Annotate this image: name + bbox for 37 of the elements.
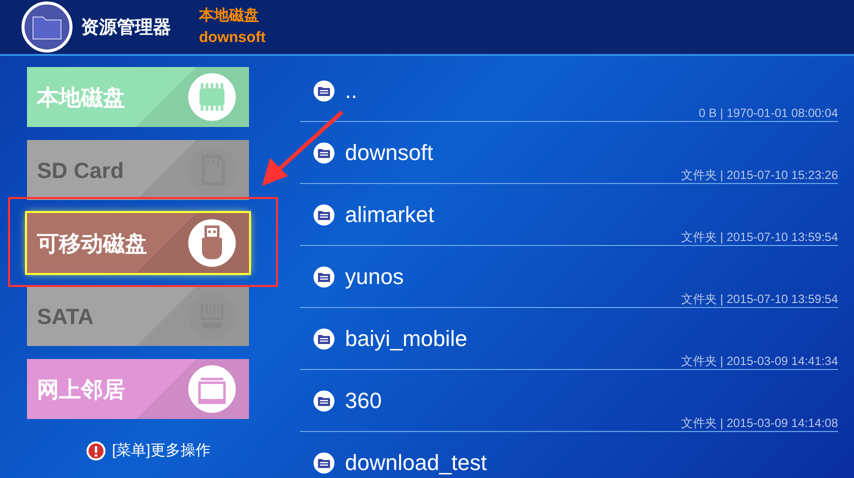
file-row[interactable]: alimarket 文件夹 | 2015-07-10 13:59:54	[300, 184, 838, 246]
file-row[interactable]: 360 文件夹 | 2015-03-09 14:14:08	[300, 370, 838, 432]
alert-icon	[86, 441, 106, 462]
folder-icon	[313, 390, 335, 412]
file-row[interactable]: downsoft 文件夹 | 2015-07-10 15:23:26	[300, 122, 838, 184]
file-name: baiyi_mobile	[345, 326, 468, 352]
file-meta: 文件夹 | 2015-03-09 14:14:08	[680, 416, 838, 430]
folder-icon	[313, 266, 335, 288]
chip-icon	[187, 72, 237, 122]
usb-icon	[187, 218, 237, 268]
file-meta: 0 B | 1970-01-01 08:00:04	[698, 106, 838, 120]
file-meta: 文件夹 | 2015-07-10 13:59:54	[680, 230, 838, 244]
location-label: 本地磁盘	[199, 6, 260, 26]
file-name: ..	[345, 78, 358, 104]
network-icon	[187, 364, 237, 414]
file-name: alimarket	[345, 202, 434, 228]
menu-hint: [菜单]更多操作	[112, 441, 210, 461]
file-row[interactable]: baiyi_mobile 文件夹 | 2015-03-09 14:41:34	[300, 308, 838, 370]
storage-tile[interactable]: 可移动磁盘	[27, 213, 249, 273]
file-name: download_test	[345, 450, 487, 476]
folder-icon	[313, 142, 335, 164]
file-row[interactable]: .. 0 B | 1970-01-01 08:00:04	[300, 60, 838, 122]
file-row[interactable]: download_test	[300, 432, 838, 478]
file-name: yunos	[345, 264, 404, 290]
app-title: 资源管理器	[81, 16, 171, 38]
folder-icon	[313, 80, 335, 102]
file-meta: 文件夹 | 2015-07-10 13:59:54	[680, 292, 838, 306]
file-meta: 文件夹 | 2015-07-10 15:23:26	[680, 168, 838, 182]
file-meta: 文件夹 | 2015-03-09 14:41:34	[680, 354, 838, 368]
folder-icon	[313, 204, 335, 226]
file-name: 360	[345, 388, 382, 414]
path-label: downsoft	[199, 28, 266, 48]
folder-icon	[313, 328, 335, 350]
file-row[interactable]: yunos 文件夹 | 2015-07-10 13:59:54	[300, 246, 838, 308]
file-name: downsoft	[345, 140, 434, 166]
folder-icon	[21, 1, 73, 53]
folder-icon	[313, 452, 335, 474]
